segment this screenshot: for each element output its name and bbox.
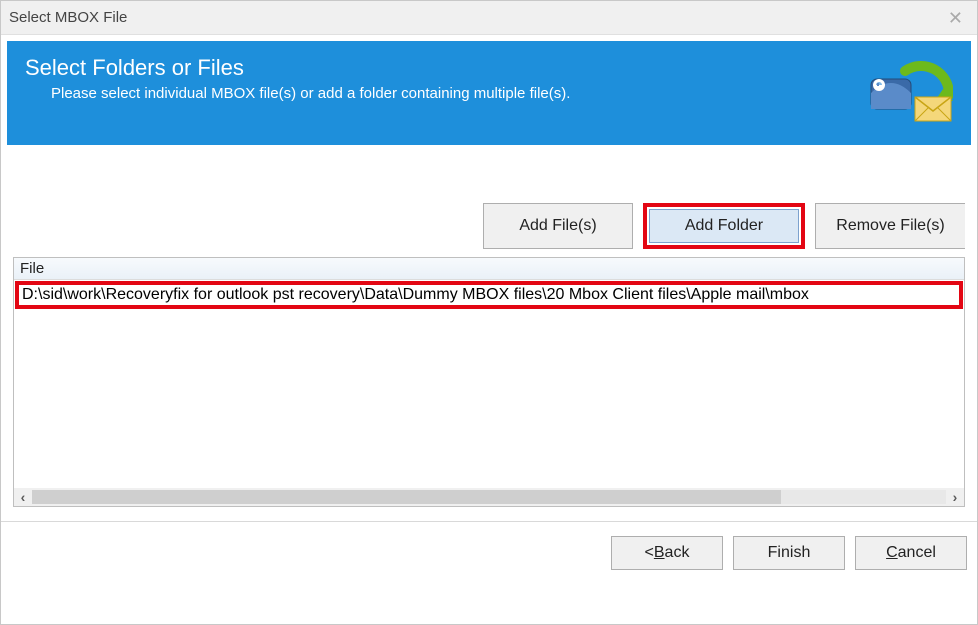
mailbox-icon bbox=[865, 51, 953, 129]
finish-button[interactable]: Finish bbox=[733, 536, 845, 570]
list-item[interactable]: D:\sid\work\Recoveryfix for outlook pst … bbox=[22, 286, 956, 304]
remove-files-button[interactable]: Remove File(s) bbox=[815, 203, 965, 249]
add-folder-highlight: Add Folder bbox=[643, 203, 805, 249]
back-button[interactable]: <Back bbox=[611, 536, 723, 570]
add-files-button[interactable]: Add File(s) bbox=[483, 203, 633, 249]
action-button-row: Add File(s) Add Folder Remove File(s) bbox=[7, 203, 971, 249]
scrollbar-track[interactable] bbox=[32, 490, 946, 504]
add-folder-button[interactable]: Add Folder bbox=[649, 209, 799, 243]
cancel-button[interactable]: Cancel bbox=[855, 536, 967, 570]
footer-button-row: <Back Finish Cancel bbox=[1, 522, 977, 570]
scroll-left-icon[interactable]: ‹ bbox=[14, 488, 32, 506]
banner-title: Select Folders or Files bbox=[25, 55, 953, 81]
content-area: Add File(s) Add Folder Remove File(s) Fi… bbox=[1, 203, 977, 507]
horizontal-scrollbar[interactable]: ‹ › bbox=[14, 488, 964, 506]
header-banner: Select Folders or Files Please select in… bbox=[7, 41, 971, 145]
scroll-right-icon[interactable]: › bbox=[946, 488, 964, 506]
file-list[interactable]: File D:\sid\work\Recoveryfix for outlook… bbox=[13, 257, 965, 507]
back-prefix: < bbox=[645, 544, 654, 561]
file-row-highlight: D:\sid\work\Recoveryfix for outlook pst … bbox=[15, 281, 963, 309]
titlebar: Select MBOX File ✕ bbox=[1, 1, 977, 35]
scrollbar-thumb[interactable] bbox=[32, 490, 781, 504]
select-mbox-dialog: Select MBOX File ✕ Select Folders or Fil… bbox=[0, 0, 978, 625]
banner-subtitle: Please select individual MBOX file(s) or… bbox=[25, 85, 953, 102]
window-title: Select MBOX File bbox=[9, 9, 127, 26]
close-icon[interactable]: ✕ bbox=[942, 9, 969, 27]
file-list-header[interactable]: File bbox=[14, 258, 964, 280]
